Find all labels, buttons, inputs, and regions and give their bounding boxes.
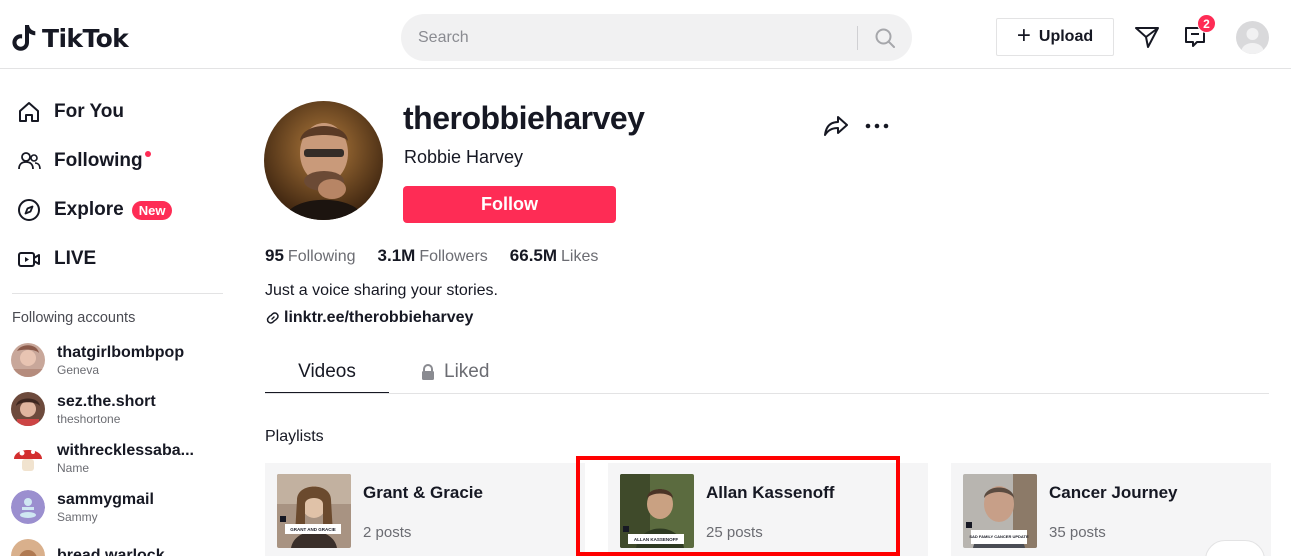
user-avatar[interactable] bbox=[1236, 21, 1269, 54]
logo-text: TikTok bbox=[42, 23, 129, 53]
following-account-item[interactable]: sez.the.short theshortone bbox=[11, 392, 221, 426]
following-account-item[interactable]: sammygmail Sammy bbox=[11, 490, 221, 524]
playlist-thumbnail: ALLAN KASSENOFF bbox=[620, 474, 694, 548]
search-button[interactable] bbox=[865, 20, 905, 55]
account-name: sammygmail bbox=[57, 490, 154, 508]
nav-for-you-label: For You bbox=[54, 101, 125, 122]
following-accounts-heading: Following accounts bbox=[12, 310, 136, 326]
profile-stats: 95 Following 3.1M Followers 66.5M Likes bbox=[265, 246, 598, 266]
account-nickname: theshortone bbox=[57, 411, 121, 426]
account-avatar bbox=[11, 539, 45, 556]
account-name: withrecklessaba... bbox=[57, 441, 194, 459]
likes-label: Likes bbox=[561, 248, 599, 265]
account-avatar bbox=[11, 490, 45, 524]
profile-avatar bbox=[264, 101, 383, 220]
playlist-thumbnail: SAD FAMILY CANCER UPDATE bbox=[963, 474, 1037, 548]
following-account-item[interactable]: bread.warlock bbox=[11, 539, 221, 556]
send-icon[interactable] bbox=[1134, 24, 1160, 50]
search-input[interactable] bbox=[418, 14, 848, 61]
search-bar bbox=[401, 14, 912, 61]
playlist-post-count: 2 posts bbox=[363, 524, 412, 541]
following-account-item[interactable]: thatgirlbombpop Geneva bbox=[11, 343, 221, 377]
account-nickname: Geneva bbox=[57, 362, 100, 377]
users-icon bbox=[16, 148, 42, 174]
playlist-title: Cancer Journey bbox=[1049, 483, 1178, 502]
account-name: thatgirlbombpop bbox=[57, 343, 185, 361]
profile-link-text: linktr.ee/therobbieharvey bbox=[284, 309, 474, 326]
search-icon bbox=[875, 28, 895, 48]
profile-nickname: Robbie Harvey bbox=[404, 147, 524, 167]
compass-icon bbox=[16, 197, 42, 223]
home-icon bbox=[16, 99, 42, 125]
likes-stat: 66.5M Likes bbox=[510, 246, 599, 266]
account-nickname: Sammy bbox=[57, 509, 98, 524]
account-avatar bbox=[11, 441, 45, 475]
nav-following-label: Following bbox=[54, 150, 143, 171]
nav-live[interactable]: LIVE bbox=[16, 246, 96, 272]
thumbnail-caption: GRANT AND GRACIE bbox=[290, 527, 336, 532]
link-icon bbox=[266, 312, 279, 324]
nav-explore-label: Explore bbox=[54, 199, 124, 220]
playlist-title: Allan Kassenoff bbox=[706, 483, 835, 502]
live-icon bbox=[16, 246, 42, 272]
share-icon[interactable] bbox=[823, 113, 849, 139]
new-badge: New bbox=[131, 200, 173, 220]
more-options-icon[interactable] bbox=[864, 113, 890, 139]
playlist-card[interactable]: GRANT AND GRACIE Grant & Gracie 2 posts bbox=[265, 463, 585, 556]
playlist-title: Grant & Gracie bbox=[363, 483, 483, 502]
playlist-post-count: 35 posts bbox=[1049, 524, 1106, 541]
playlists-heading: Playlists bbox=[265, 428, 324, 445]
top-header: TikTok + Upload 2 bbox=[0, 0, 1291, 69]
playlist-card[interactable]: ALLAN KASSENOFF Allan Kassenoff 25 posts bbox=[608, 463, 928, 556]
tabs-divider bbox=[265, 393, 1269, 394]
sidebar-divider bbox=[12, 293, 223, 294]
likes-count: 66.5M bbox=[509, 246, 558, 265]
plus-icon: + bbox=[1016, 22, 1031, 49]
upload-button[interactable]: + Upload bbox=[996, 18, 1114, 56]
tiktok-logo[interactable]: TikTok bbox=[12, 23, 129, 53]
following-stat[interactable]: 95 Following bbox=[265, 246, 356, 266]
account-name: bread.warlock bbox=[57, 547, 165, 556]
account-avatar bbox=[11, 392, 45, 426]
profile-username: therobbieharvey bbox=[403, 100, 645, 136]
inbox-badge: 2 bbox=[1197, 14, 1216, 33]
new-activity-dot bbox=[144, 151, 151, 157]
user-placeholder-icon bbox=[1241, 28, 1264, 54]
account-nickname: Name bbox=[57, 460, 90, 475]
profile-bio: Just a voice sharing your stories. bbox=[265, 282, 498, 299]
account-avatar bbox=[11, 343, 45, 377]
nav-live-label: LIVE bbox=[54, 248, 97, 269]
following-account-item[interactable]: withrecklessaba... Name bbox=[11, 441, 221, 475]
search-divider bbox=[857, 26, 858, 50]
account-name: sez.the.short bbox=[57, 392, 156, 410]
tab-liked-label: Liked bbox=[444, 361, 490, 382]
following-label: Following bbox=[287, 248, 356, 265]
nav-following[interactable]: Following bbox=[16, 148, 151, 174]
nav-explore[interactable]: Explore New bbox=[16, 197, 173, 223]
nav-for-you[interactable]: For You bbox=[16, 99, 124, 125]
followers-count: 3.1M bbox=[377, 246, 416, 265]
followers-stat[interactable]: 3.1M Followers bbox=[378, 246, 488, 266]
upload-label: Upload bbox=[1038, 28, 1094, 45]
thumbnail-caption: SAD FAMILY CANCER UPDATE bbox=[969, 534, 1029, 539]
following-count: 95 bbox=[265, 246, 284, 265]
tab-liked[interactable]: Liked bbox=[420, 361, 489, 383]
tiktok-note-icon bbox=[12, 25, 36, 51]
follow-button[interactable]: Follow bbox=[403, 186, 616, 223]
lock-icon bbox=[422, 363, 434, 380]
scroll-to-top-button[interactable] bbox=[1205, 540, 1265, 556]
playlist-thumbnail: GRANT AND GRACIE bbox=[277, 474, 351, 548]
profile-link[interactable]: linktr.ee/therobbieharvey bbox=[266, 309, 473, 327]
tab-videos[interactable]: Videos bbox=[265, 352, 389, 394]
playlist-post-count: 25 posts bbox=[706, 524, 763, 541]
thumbnail-caption: ALLAN KASSENOFF bbox=[634, 537, 678, 542]
sidebar: For You Following Explore New LIVE Follo… bbox=[0, 69, 225, 556]
followers-label: Followers bbox=[419, 248, 488, 265]
